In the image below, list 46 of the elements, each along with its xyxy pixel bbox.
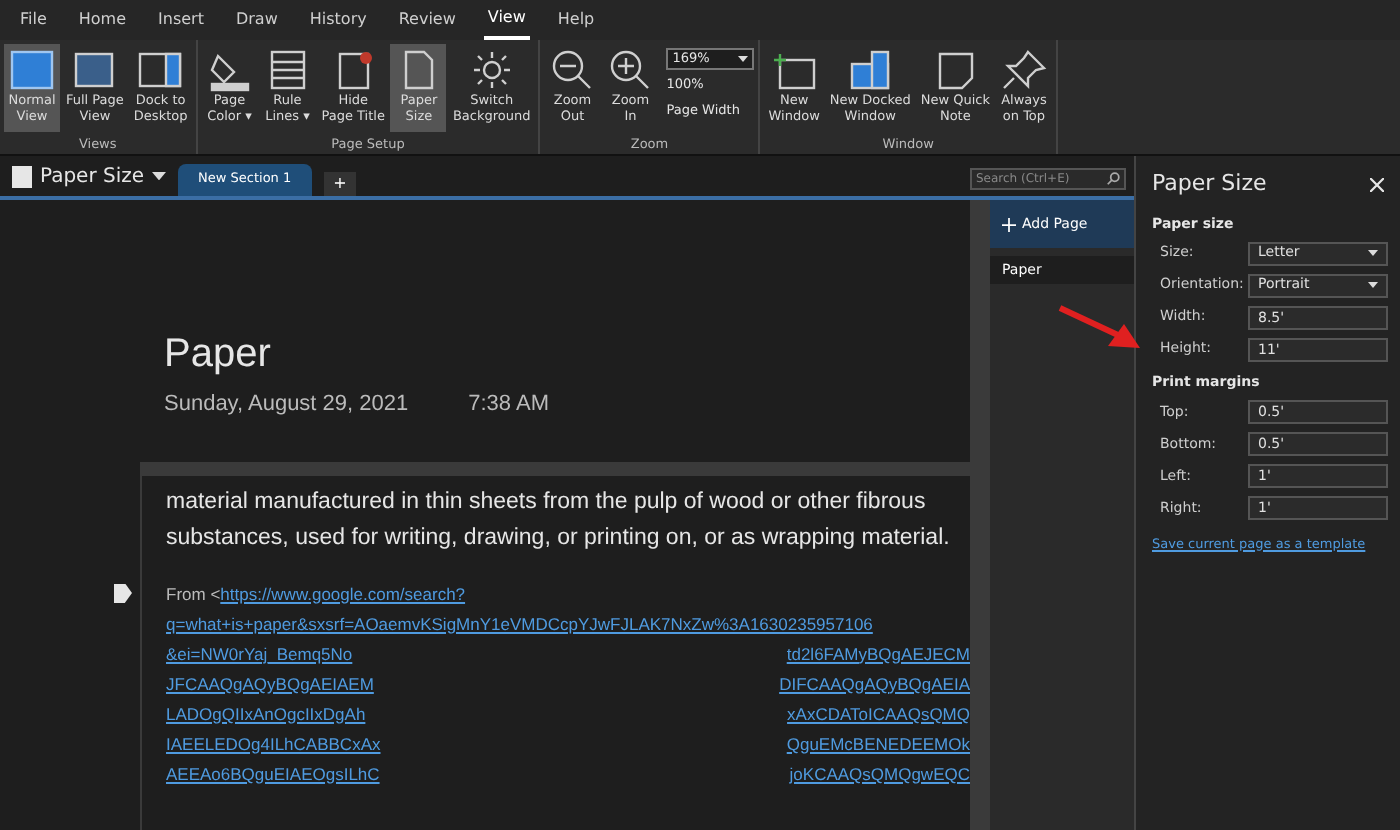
from-label: From < — [166, 581, 221, 607]
menu-tab[interactable]: File — [16, 0, 51, 40]
source-link[interactable]: DIFCAAQgAQyBQgAEIA — [779, 669, 970, 699]
source-link[interactable]: xAxCDAToICAAQsQMQ — [787, 699, 970, 729]
search-icon — [1106, 172, 1120, 186]
page-date: Sunday, August 29, 2021 — [164, 390, 409, 420]
pane-title: Paper Size — [1152, 168, 1267, 200]
caret-icon — [1368, 250, 1378, 256]
note-text: material manufactured in thin sheets from the pulp of wood or other fibrous — [166, 487, 926, 517]
caret-icon — [1368, 282, 1378, 288]
window-dock-icon — [846, 48, 895, 92]
menu-tab[interactable]: Help — [553, 0, 599, 40]
source-link[interactable]: IAEELEDOg4ILhCABBCxAx — [166, 729, 381, 759]
menu-tab[interactable]: Review — [394, 0, 460, 40]
page-layout-icon — [8, 48, 56, 92]
page-layout-icon — [70, 48, 119, 92]
pin-icon — [999, 48, 1048, 92]
page-title: Paper — [164, 330, 273, 380]
menu-tab[interactable]: Draw — [231, 0, 282, 40]
window-dock-icon — [136, 48, 185, 92]
source-link[interactable]: td2l6FAMyBQgAEJECM — [786, 639, 970, 669]
source-link[interactable]: &ei=NW0rYaj_Bemq5No — [166, 639, 353, 669]
add-section-button[interactable]: + — [323, 172, 357, 196]
notebook-icon — [12, 165, 32, 187]
caret-icon — [738, 56, 749, 62]
plus-icon — [1002, 217, 1016, 231]
new-window-icon — [770, 48, 819, 92]
vertical-scrollbar[interactable] — [970, 200, 990, 830]
page-time: 7:38 AM — [468, 390, 549, 420]
menu-tab[interactable]: Insert — [154, 0, 208, 40]
menu-tab[interactable]: History — [305, 0, 371, 40]
caret-icon — [152, 171, 167, 181]
source-link[interactable]: JFCAAQgAQyBQgAEIAEM — [166, 669, 374, 699]
source-link[interactable]: AEEAo6BQguEIAEOgsILhC — [166, 759, 380, 789]
notebook-title[interactable]: Paper Size — [40, 161, 145, 191]
source-link[interactable]: QguEMcBENEDEEMOk — [786, 729, 970, 759]
arrow-annotation — [1056, 304, 1144, 352]
close-icon[interactable] — [1370, 177, 1384, 192]
source-link[interactable]: https://www.google.com/search? — [220, 579, 466, 609]
note-text: substances, used for writing, drawing, or printing on, or as wrapping material. — [166, 523, 950, 553]
menu-tab[interactable]: Home — [74, 0, 131, 40]
paint-bucket-icon — [205, 48, 254, 92]
source-link[interactable]: joKCAAQsQMQgwEQC — [789, 759, 970, 789]
source-link[interactable]: q=what+is+paper&sxsrf=AOaemvKSigMnY1eVMDCcpYJwFJLAK7NxZw%3A1630235957106 — [166, 609, 873, 639]
source-link[interactable]: LADOgQIIxAnOgcIIxDgAh — [166, 699, 366, 729]
paragraph-handle-icon — [114, 583, 132, 603]
